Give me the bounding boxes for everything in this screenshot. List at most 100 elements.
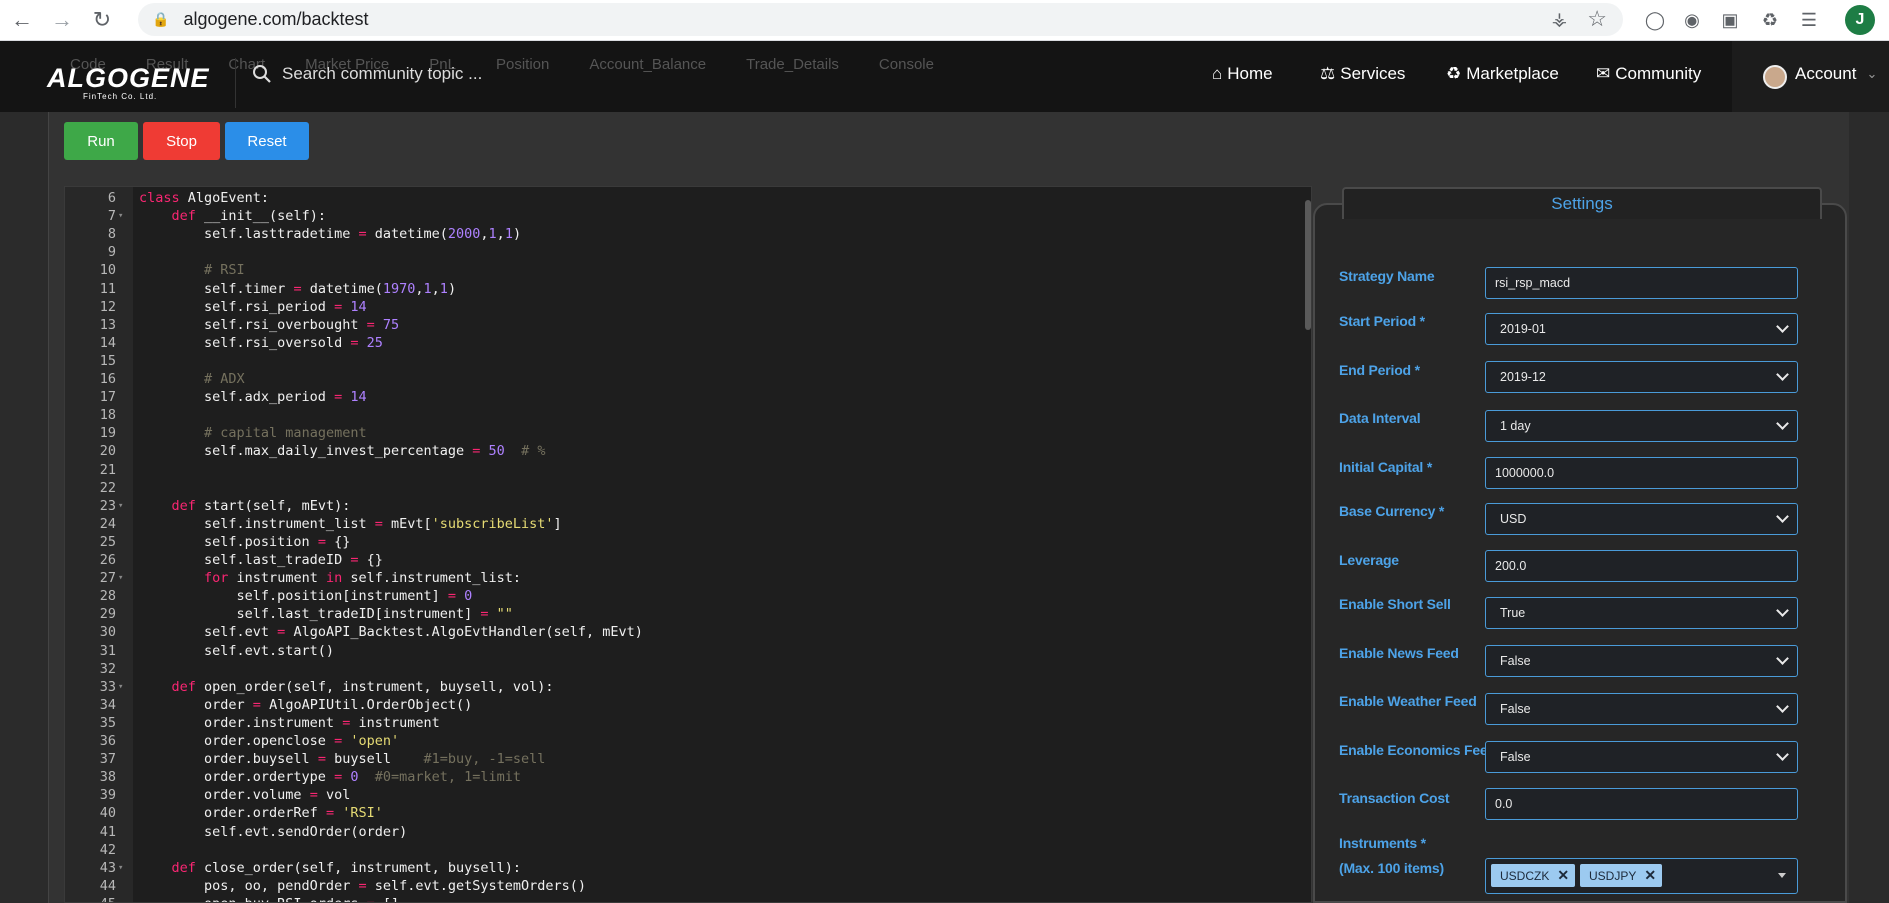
nav-account[interactable]: Account ⌄ xyxy=(1795,64,1882,84)
code-line[interactable]: 13 self.rsi_overbought = 75 xyxy=(65,316,1305,334)
code-line[interactable]: 21 xyxy=(65,461,1305,479)
transaction-cost-input[interactable]: 0.0 xyxy=(1485,788,1798,820)
code-line[interactable]: 42 xyxy=(65,841,1305,859)
code-line[interactable]: 16 # ADX xyxy=(65,370,1305,388)
nav-services[interactable]: ⚖ Services xyxy=(1320,64,1405,84)
code-line[interactable]: 26 self.last_tradeID = {} xyxy=(65,551,1305,569)
code-token: def xyxy=(171,208,196,225)
code-line[interactable]: 18 xyxy=(65,406,1305,424)
line-number: 38 xyxy=(99,769,116,786)
fold-arrow-icon[interactable]: ▾ xyxy=(118,678,123,696)
base-currency-select[interactable]: USD xyxy=(1485,503,1798,535)
weather-feed-select[interactable]: False xyxy=(1485,693,1798,725)
code-line[interactable]: 36 order.openclose = 'open' xyxy=(65,732,1305,750)
reload-icon[interactable]: ↻ xyxy=(84,2,120,38)
caret-down-icon[interactable] xyxy=(1778,873,1786,878)
code-line[interactable]: 30 self.evt = AlgoAPI_Backtest.AlgoEvtHa… xyxy=(65,623,1305,641)
code-line[interactable]: 39 order.volume = vol xyxy=(65,786,1305,804)
code-line[interactable]: 27 ▾ for instrument in self.instrument_li… xyxy=(65,569,1305,587)
nav-home[interactable]: ⌂ Home xyxy=(1212,64,1273,84)
strategy-name-input[interactable]: rsi_rsp_macd xyxy=(1485,267,1798,299)
address-bar[interactable]: 🔒 algogene.com/backtest ⚶ ☆ xyxy=(138,3,1623,36)
code-line[interactable]: 7 ▾ def __init__(self): xyxy=(65,207,1305,225)
code-line[interactable]: 23 ▾ def start(self, mEvt): xyxy=(65,497,1305,515)
stop-button[interactable]: Stop xyxy=(143,122,220,160)
site-logo[interactable]: ALGOGENE FinTech Co. Ltd. xyxy=(47,63,210,101)
nav-marketplace[interactable]: ♻ Marketplace xyxy=(1446,64,1559,84)
address-url[interactable]: algogene.com/backtest xyxy=(183,9,368,30)
reset-button[interactable]: Reset xyxy=(225,122,309,160)
remove-icon[interactable]: ✕ xyxy=(1644,867,1656,884)
puzzle-extensions-icon[interactable]: ♻ xyxy=(1758,8,1782,32)
shield-extension-icon[interactable]: ◯ xyxy=(1643,8,1667,32)
leverage-input[interactable]: 200.0 xyxy=(1485,550,1798,582)
instrument-tag[interactable]: USDJPY ✕ xyxy=(1580,864,1663,887)
start-period-select[interactable]: 2019-01 xyxy=(1485,313,1798,345)
code-line[interactable]: 41 self.evt.sendOrder(order) xyxy=(65,823,1305,841)
fold-arrow-icon[interactable]: ▾ xyxy=(118,207,123,225)
end-period-select[interactable]: 2019-12 xyxy=(1485,361,1798,393)
code-line[interactable]: 8 self.lasttradetime = datetime(2000,1,1… xyxy=(65,225,1305,243)
forward-arrow-icon[interactable]: → xyxy=(44,2,80,38)
code-line[interactable]: 38 order.ordertype = 0 #0=market, 1=limi… xyxy=(65,768,1305,786)
initial-capital-input[interactable]: 1000000.0 xyxy=(1485,457,1798,489)
code-line[interactable]: 11 self.timer = datetime(1970,1,1) xyxy=(65,280,1305,298)
run-button[interactable]: Run xyxy=(64,122,138,160)
code-editor[interactable]: 6 class AlgoEvent: 7 ▾ def __init__(self): 8… xyxy=(64,186,1312,903)
settings-title: Settings xyxy=(1342,187,1822,219)
reading-list-icon[interactable]: ☰ xyxy=(1797,8,1821,32)
code-line[interactable]: 6 class AlgoEvent: xyxy=(65,189,1305,207)
code-line[interactable]: 22 xyxy=(65,479,1305,497)
back-arrow-icon[interactable]: ← xyxy=(4,2,40,38)
bookmark-star-icon[interactable]: ☆ xyxy=(1587,6,1607,32)
short-sell-select[interactable]: True xyxy=(1485,597,1798,629)
data-interval-select[interactable]: 1 day xyxy=(1485,410,1798,442)
code-line[interactable]: 32 xyxy=(65,660,1305,678)
news-feed-select[interactable]: False xyxy=(1485,645,1798,677)
code-line[interactable]: 45 open_buy_RSI_orders = [] xyxy=(65,895,1305,902)
key-icon[interactable]: ⚶ xyxy=(1552,9,1567,30)
nav-community[interactable]: ✉ Community xyxy=(1596,64,1701,84)
code-line[interactable]: 34 order = AlgoAPIUtil.OrderObject() xyxy=(65,696,1305,714)
avatar[interactable] xyxy=(1763,65,1787,89)
code-line[interactable]: 12 self.rsi_period = 14 xyxy=(65,298,1305,316)
fold-arrow-icon[interactable]: ▾ xyxy=(118,569,123,587)
code-line[interactable]: 15 xyxy=(65,352,1305,370)
line-number: 13 xyxy=(99,316,116,333)
code-line[interactable]: 10 # RSI xyxy=(65,261,1305,279)
code-line[interactable]: 9 xyxy=(65,243,1305,261)
code-line[interactable]: 31 self.evt.start() xyxy=(65,642,1305,660)
remove-icon[interactable]: ✕ xyxy=(1557,867,1569,884)
code-text: self.evt.start() xyxy=(139,642,334,660)
tab-trade-details[interactable]: Trade_Details xyxy=(746,56,839,73)
code-token: ) xyxy=(447,280,457,297)
code-line[interactable]: 25 self.position = {} xyxy=(65,533,1305,551)
w-extension-icon[interactable]: ◉ xyxy=(1680,8,1704,32)
code-line[interactable]: 24 self.instrument_list = mEvt['subscrib… xyxy=(65,515,1305,533)
tab-console[interactable]: Console xyxy=(879,56,934,73)
editor-scrollbar[interactable] xyxy=(1305,200,1311,330)
code-token: 'RSI' xyxy=(342,805,383,822)
economics-feed-select[interactable]: False xyxy=(1485,741,1798,773)
code-line[interactable]: 14 self.rsi_oversold = 25 xyxy=(65,334,1305,352)
code-line[interactable]: 20 self.max_daily_invest_percentage = 50… xyxy=(65,442,1305,460)
code-line[interactable]: 37 order.buysell = buysell #1=buy, -1=se… xyxy=(65,750,1305,768)
k-extension-icon[interactable]: ▣ xyxy=(1718,8,1742,32)
code-line[interactable]: 40 order.orderRef = 'RSI' xyxy=(65,804,1305,822)
tab-position[interactable]: Position xyxy=(496,56,549,73)
code-line[interactable]: 33 ▾ def open_order(self, instrument, buy… xyxy=(65,678,1305,696)
fold-arrow-icon[interactable]: ▾ xyxy=(118,859,123,877)
tab-account-balance[interactable]: Account_Balance xyxy=(589,56,706,73)
code-line[interactable]: 19 # capital management xyxy=(65,424,1305,442)
code-line[interactable]: 28 self.position[instrument] = 0 xyxy=(65,587,1305,605)
instrument-tag[interactable]: USDCZK ✕ xyxy=(1491,864,1576,887)
code-line[interactable]: 17 self.adx_period = 14 xyxy=(65,388,1305,406)
code-line[interactable]: 43 ▾ def close_order(self, instrument, bu… xyxy=(65,859,1305,877)
community-search[interactable]: Search community topic ... xyxy=(252,64,482,84)
code-line[interactable]: 35 order.instrument = instrument xyxy=(65,714,1305,732)
profile-avatar[interactable]: J xyxy=(1845,5,1875,35)
fold-arrow-icon[interactable]: ▾ xyxy=(118,497,123,515)
code-line[interactable]: 44 pos, oo, pendOrder = self.evt.getSyst… xyxy=(65,877,1305,895)
code-line[interactable]: 29 self.last_tradeID[instrument] = "" xyxy=(65,605,1305,623)
